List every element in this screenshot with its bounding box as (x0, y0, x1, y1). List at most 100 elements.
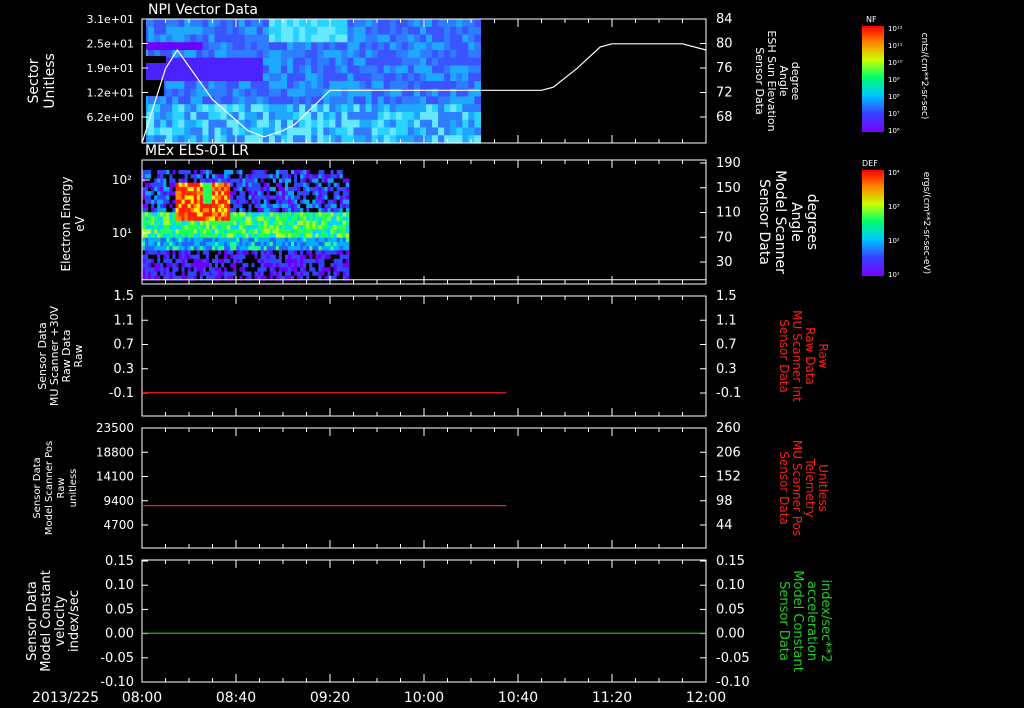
els-cell (145, 237, 149, 243)
els-cell (278, 208, 283, 213)
els-cell (233, 241, 237, 247)
npi-cell (238, 65, 246, 74)
els-cell (224, 254, 228, 260)
els-cell (263, 225, 268, 230)
y-tick-label: 0.7 (716, 338, 737, 353)
els-cell (205, 170, 210, 175)
npi-cell (323, 81, 330, 90)
npi-cell (184, 65, 191, 74)
els-cell (245, 254, 249, 260)
els-cell (336, 199, 341, 205)
els-cell (221, 178, 225, 184)
els-cell (291, 229, 295, 234)
els-cell (196, 241, 201, 247)
npi-cell (166, 42, 173, 51)
els-cell (342, 250, 347, 256)
els-cell (190, 170, 195, 175)
npi-cell (450, 50, 457, 59)
els-cell (221, 174, 225, 179)
els-cell (281, 237, 286, 243)
els-cell (196, 233, 201, 239)
els-cell (227, 225, 231, 230)
els-cell (245, 191, 249, 196)
panel-constant: 0.150.100.050.00-0.05-0.10 0.150.100.050… (25, 554, 833, 690)
npi-cell (184, 88, 191, 98)
npi-cell (293, 34, 300, 43)
els-cell (260, 203, 265, 209)
els-cell (315, 246, 319, 251)
npi-cell (250, 65, 258, 74)
els-cell (224, 216, 228, 222)
npi-cell (341, 73, 349, 82)
els-cell (291, 254, 295, 260)
els-cell (190, 233, 195, 239)
els-cell (263, 195, 268, 201)
els-cell (224, 199, 228, 205)
npi-cell (268, 96, 276, 105)
npi-cell (456, 119, 463, 129)
els-cell (315, 174, 319, 179)
els-cell (193, 254, 198, 260)
npi-cell (407, 57, 415, 67)
els-cell (230, 174, 234, 179)
els-cell (306, 254, 310, 260)
npi-cell (401, 96, 409, 105)
els-cell (254, 250, 259, 256)
els-cell (178, 225, 183, 230)
els-cell (306, 203, 310, 209)
npi-cell (311, 88, 318, 98)
els-cell (236, 195, 240, 201)
els-cell (342, 216, 347, 222)
els-cell (218, 263, 222, 268)
els-cell (163, 199, 167, 205)
els-cell (233, 216, 237, 222)
els-cell (151, 182, 155, 188)
els-cell (309, 246, 313, 251)
p4-ylabel-2: Model Scanner Pos (44, 441, 55, 535)
els-cell (321, 258, 325, 264)
y-tick-label: 70 (716, 230, 733, 245)
els-cell (160, 225, 164, 230)
npi-cell (184, 112, 191, 121)
npi-cell (371, 96, 379, 105)
npi-cell (395, 104, 403, 113)
els-cell (312, 229, 316, 234)
y-tick-label: -0.10 (716, 675, 750, 690)
els-cell (260, 199, 265, 205)
els-cell (339, 195, 344, 201)
els-cell (321, 250, 325, 256)
npi-cell (359, 26, 367, 36)
els-cell (187, 182, 192, 188)
p4-rlabel-4: Unitless (816, 464, 830, 512)
els-cell (333, 229, 338, 234)
els-ylabel-2: eV (73, 215, 87, 231)
els-cell (199, 233, 204, 239)
els-cell (227, 195, 231, 201)
npi-cell (317, 135, 324, 144)
els-cell (239, 199, 243, 205)
npi-cell (299, 135, 306, 144)
npi-cell (450, 34, 457, 43)
els-cell (300, 263, 304, 268)
npi-cell (468, 42, 475, 51)
els-cell (148, 195, 152, 201)
els-cell (181, 267, 186, 273)
els-cell (142, 178, 146, 184)
els-cell (248, 250, 252, 256)
els-cell (287, 186, 292, 192)
els-cell (202, 170, 207, 175)
els-cell (272, 246, 277, 251)
els-cell (297, 191, 301, 196)
npi-cell (329, 119, 336, 129)
npi-cell (214, 119, 222, 129)
els-cell (184, 178, 189, 184)
els-cell (224, 191, 228, 196)
els-cell (309, 220, 313, 226)
els-cell (227, 271, 231, 277)
els-cell (284, 212, 289, 218)
els-cell (169, 258, 173, 264)
els-cell (178, 254, 183, 260)
els-cell (303, 182, 307, 188)
npi-cell (238, 96, 246, 105)
npi-cell (202, 127, 210, 136)
